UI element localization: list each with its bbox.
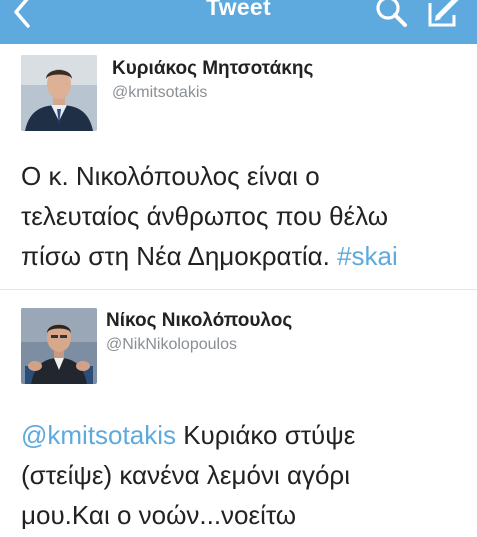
tweet-2: Νίκος Νικολόπουλος @NikNikolopoulos @kmi…	[0, 290, 477, 537]
tweet-text-line: Ο κ. Νικολόπουλος είναι ο	[21, 161, 320, 191]
tweet-text-line: πίσω στη Νέα Δημοκρατία. #skai	[21, 236, 398, 276]
tweet-text-segment: Κυριάκο στύψε	[175, 420, 356, 450]
tweet-text-line: μου.Και ο νοών...νοείτω	[21, 500, 297, 530]
tweet-text-line: τελευταίος άνθρωπος που θέλω	[21, 201, 389, 231]
hashtag-link[interactable]: #skai	[337, 241, 398, 271]
tweet-text-line: @kmitsotakis Κυριάκο στύψε	[21, 415, 355, 455]
display-name[interactable]: Νίκος Νικολόπουλος	[106, 310, 292, 332]
tweet-text-line: (στείψε) κανένα λεμόνι αγόρι	[21, 460, 350, 490]
tweet-text: Ο κ. Νικολόπουλος είναι ο τελευταίος άνθ…	[21, 156, 398, 276]
mention-link[interactable]: @kmitsotakis	[21, 420, 176, 450]
avatar[interactable]	[21, 308, 97, 384]
user-handle[interactable]: @kmitsotakis	[112, 84, 207, 102]
avatar[interactable]	[21, 55, 97, 131]
user-handle[interactable]: @NikNikolopoulos	[106, 336, 237, 354]
display-name[interactable]: Κυριάκος Μητσοτάκης	[112, 58, 313, 80]
tweet-1: Κυριάκος Μητσοτάκης @kmitsotakis Ο κ. Νι…	[0, 0, 477, 290]
tweet-text: @kmitsotakis Κυριάκο στύψε (στείψε) κανέ…	[21, 415, 355, 535]
tweet-text-segment: πίσω στη Νέα Δημοκρατία.	[21, 241, 338, 271]
